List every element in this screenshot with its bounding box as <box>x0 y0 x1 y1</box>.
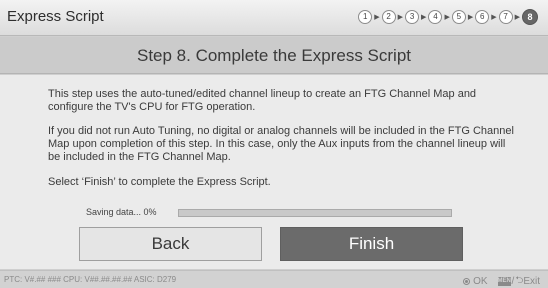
page-title: Step 8. Complete the Express Script <box>136 46 412 65</box>
description-paragraph: This step uses the auto-tuned/edited cha… <box>48 88 477 113</box>
version-info: PTC: V#.## ### CPU: V##.##.##.## ASIC: D… <box>4 275 177 284</box>
step-1: 1 <box>358 10 373 24</box>
step-8-current: 8 <box>522 9 538 25</box>
step-arrow-icon: ▶ <box>467 14 474 21</box>
step-5: 5 <box>451 10 466 24</box>
step-7: 7 <box>498 10 513 24</box>
step-3: 3 <box>405 10 420 24</box>
auto-tuning-note-paragraph: If you did not run Auto Tuning, no digit… <box>48 125 514 163</box>
app-title: Express Script <box>7 8 104 25</box>
title-bar: Express Script 1 ▶ 2 ▶ 3 ▶ 4 ▶ 5 ▶ 6 ▶ 7… <box>0 0 548 36</box>
step-2: 2 <box>381 10 396 24</box>
progress-label: Saving data... 0% <box>86 207 157 217</box>
ok-label: OK <box>473 276 488 287</box>
separator: / <box>511 276 515 287</box>
menu-button-icon: MENU <box>497 277 516 286</box>
instruction-paragraph: Select ‘Finish’ to complete the Express … <box>48 176 271 188</box>
step-arrow-icon: ▶ <box>514 14 520 21</box>
progress-bar <box>178 209 452 217</box>
step-arrow-icon: ▶ <box>491 14 497 21</box>
finish-button[interactable]: Finish <box>280 227 463 261</box>
step-arrow-icon: ▶ <box>397 14 404 21</box>
content-panel: This step uses the auto-tuned/edited cha… <box>0 75 548 269</box>
back-button[interactable]: Back <box>79 227 262 261</box>
remote-hints: OK MENU / ⮌ Exit <box>463 273 540 288</box>
exit-label[interactable]: Exit <box>523 276 540 287</box>
step-arrow-icon: ▶ <box>421 14 427 21</box>
step-arrow-icon: ▶ <box>444 14 450 21</box>
return-arrow-icon: ⮌ <box>515 275 524 286</box>
ok-dot-icon <box>463 278 471 285</box>
heading-band: Step 8. Complete the Express Script <box>0 37 548 74</box>
step-arrow-icon: ▶ <box>374 14 380 21</box>
step-4: 4 <box>428 10 443 24</box>
step-6: 6 <box>475 10 490 24</box>
status-footer: PTC: V#.## ### CPU: V##.##.##.## ASIC: D… <box>0 270 548 288</box>
step-indicator: 1 ▶ 2 ▶ 3 ▶ 4 ▶ 5 ▶ 6 ▶ 7 ▶ 8 <box>358 9 538 25</box>
